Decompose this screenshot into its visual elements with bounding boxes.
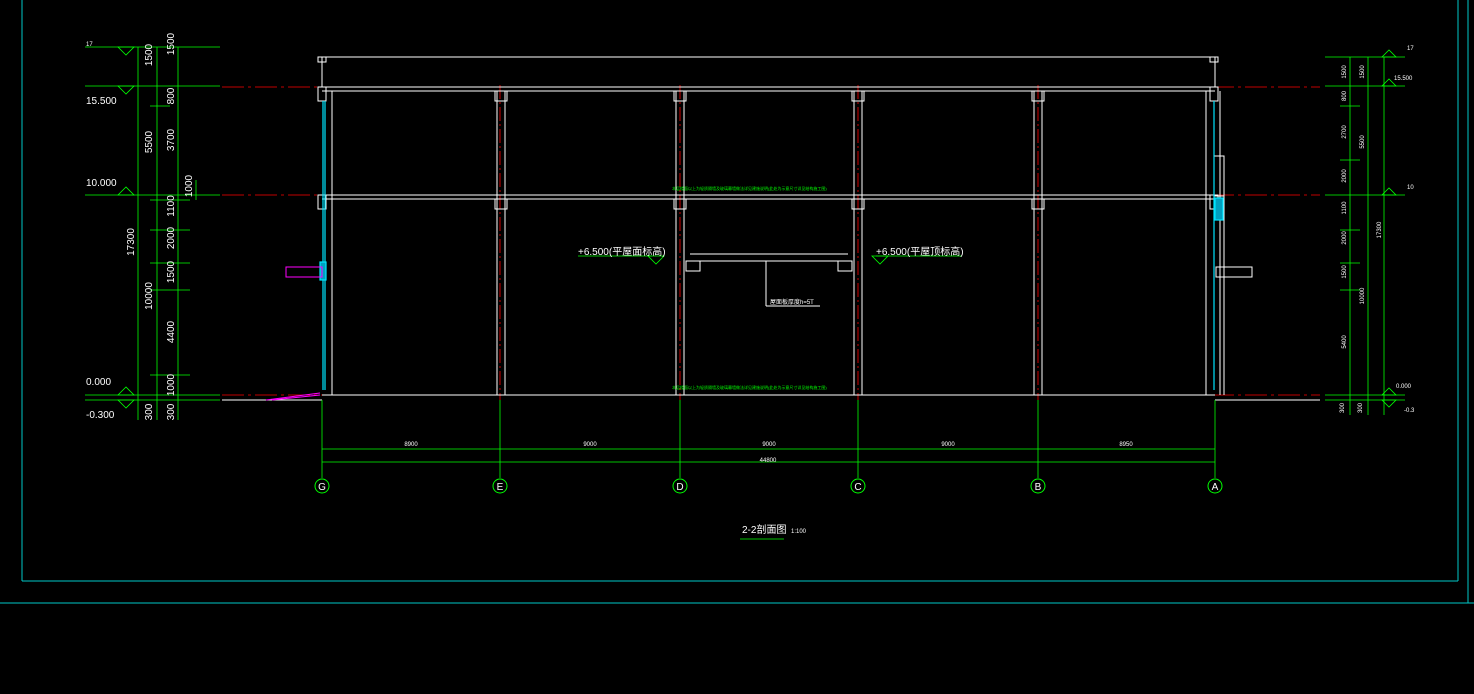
left-dim-c2-8: 1000 [166, 373, 177, 396]
left-dim-c2-9: 300 [166, 403, 177, 420]
drawing-title-block: 2-2剖面图 1:100 [742, 523, 807, 536]
left-dim-c2-5: 2000 [166, 226, 177, 249]
right-dim-c1-5: 1100 [1342, 201, 1348, 215]
axis-label-e: E [497, 482, 504, 493]
right-dim-c2-2: 5500 [1360, 135, 1366, 149]
left-dim-c2-2: 800 [166, 87, 177, 104]
right-dim-c3-1: 17300 [1377, 221, 1383, 238]
section-drawing-canvas: G E D C B A 8900 9000 9000 9000 8950 448… [0, 0, 1474, 604]
bay-dim-3: 9000 [762, 442, 776, 448]
left-level-10000: 10.000 [86, 178, 117, 189]
ground-floor-note: 本层楼面以上为轻质隔墙及玻璃幕墙做法详见建施说明(此处为示意尺寸详见结构施工图) [672, 384, 827, 390]
right-elevation-note: +6.500(平屋顶标高) [876, 245, 964, 258]
left-dim-c2-3: 3700 [166, 128, 177, 151]
left-dim-c2-4: 1100 [166, 195, 177, 217]
left-dim-c1-5: 300 [144, 403, 155, 420]
left-dim-c2-1: 1500 [166, 32, 177, 55]
total-dim: 44800 [760, 458, 777, 464]
left-dim-c2-7: 4400 [166, 320, 177, 343]
left-level-17: 17 [86, 42, 93, 48]
left-level-texts: 17 15.500 10.000 0.000 -0.300 [86, 42, 117, 421]
bay-dim-4: 9000 [941, 442, 955, 448]
column-axis-lines [499, 85, 1039, 400]
left-level-0000: 0.000 [86, 377, 111, 388]
level-lines [222, 86, 1320, 396]
sheet-frame [0, 0, 1474, 604]
building-structure [222, 56, 1320, 401]
left-level-minus0300: -0.300 [86, 410, 115, 421]
axis-label-a: A [1212, 482, 1219, 493]
right-level-17: 17 [1407, 46, 1414, 52]
right-level-texts: 17 15.500 10 0.000 -0.3 [1394, 46, 1415, 414]
center-beam-note: 屋面板厚度h=5T [770, 298, 814, 306]
drawing-scale: 1:100 [791, 529, 807, 535]
annotations: +6.500(平屋面标高) +6.500(平屋顶标高) 屋面板厚度h=5T 本层… [578, 185, 964, 390]
right-dim-c1-2: 800 [1342, 90, 1348, 101]
axis-bubble-c: C [850, 478, 866, 494]
drawing-title: 2-2剖面图 [742, 523, 786, 536]
bay-dimension-texts: 8900 9000 9000 9000 8950 44800 [404, 442, 1133, 464]
axis-label-c: C [854, 482, 861, 493]
right-level-15500: 15.500 [1394, 76, 1413, 82]
right-level-10: 10 [1407, 185, 1414, 191]
axis-label-d: D [676, 482, 683, 493]
right-dim-c1-7: 1500 [1342, 265, 1348, 279]
left-level-15500: 15.500 [86, 96, 117, 107]
axis-bubbles: G E D C B A [314, 478, 1223, 494]
axis-bubble-e: E [492, 478, 508, 494]
right-dim-c1-3: 2700 [1342, 125, 1348, 139]
axis-bubble-b: B [1030, 478, 1046, 494]
right-dim-c1-4: 2000 [1342, 169, 1348, 183]
bay-dim-1: 8900 [404, 442, 418, 448]
curtain-wall [319, 101, 1224, 390]
right-dim-c2-1: 1500 [1360, 65, 1366, 79]
axis-bubble-g: G [314, 478, 330, 494]
right-dim-c2-4: 300 [1358, 402, 1364, 413]
bay-dim-2: 9000 [583, 442, 597, 448]
right-level-0000: 0.000 [1396, 384, 1412, 390]
axis-bubble-a: A [1207, 478, 1223, 494]
left-dimension-texts: 1500 5500 17300 10000 300 1500 800 3700 … [126, 32, 195, 420]
left-elevation-note: +6.500(平屋面标高) [578, 245, 666, 258]
upper-floor-note: 本层楼面以上为轻质隔墙及玻璃幕墙做法详见建施说明(此处为示意尺寸详见结构施工图) [672, 185, 827, 191]
right-level-minus03: -0.3 [1404, 408, 1415, 414]
left-dim-c2-6: 1500 [166, 260, 177, 283]
left-dim-c1-3: 17300 [126, 228, 137, 256]
right-dim-c1-9: 300 [1340, 402, 1346, 413]
axis-bubble-d: D [672, 478, 688, 494]
right-dimension-lines [1325, 49, 1405, 415]
right-dim-c1-8: 5400 [1342, 335, 1348, 349]
right-dim-c2-3: 10000 [1360, 287, 1366, 304]
axis-label-g: G [318, 482, 326, 493]
left-dim-c1-2: 5500 [144, 130, 155, 153]
right-dim-c1-1: 1500 [1342, 65, 1348, 79]
axis-label-b: B [1035, 482, 1042, 493]
left-dim-c1-4: 10000 [144, 282, 155, 310]
right-dimension-texts: 1500 800 2700 2000 1100 2000 1500 5400 3… [1340, 65, 1383, 413]
left-canopy [265, 266, 323, 401]
right-dim-c1-6: 2000 [1342, 231, 1348, 245]
bay-dim-5: 8950 [1119, 442, 1133, 448]
left-dim-c1-1: 1500 [144, 43, 155, 66]
left-dim-c3-1: 1000 [184, 174, 195, 197]
bottom-dimension-lines [321, 400, 1216, 540]
